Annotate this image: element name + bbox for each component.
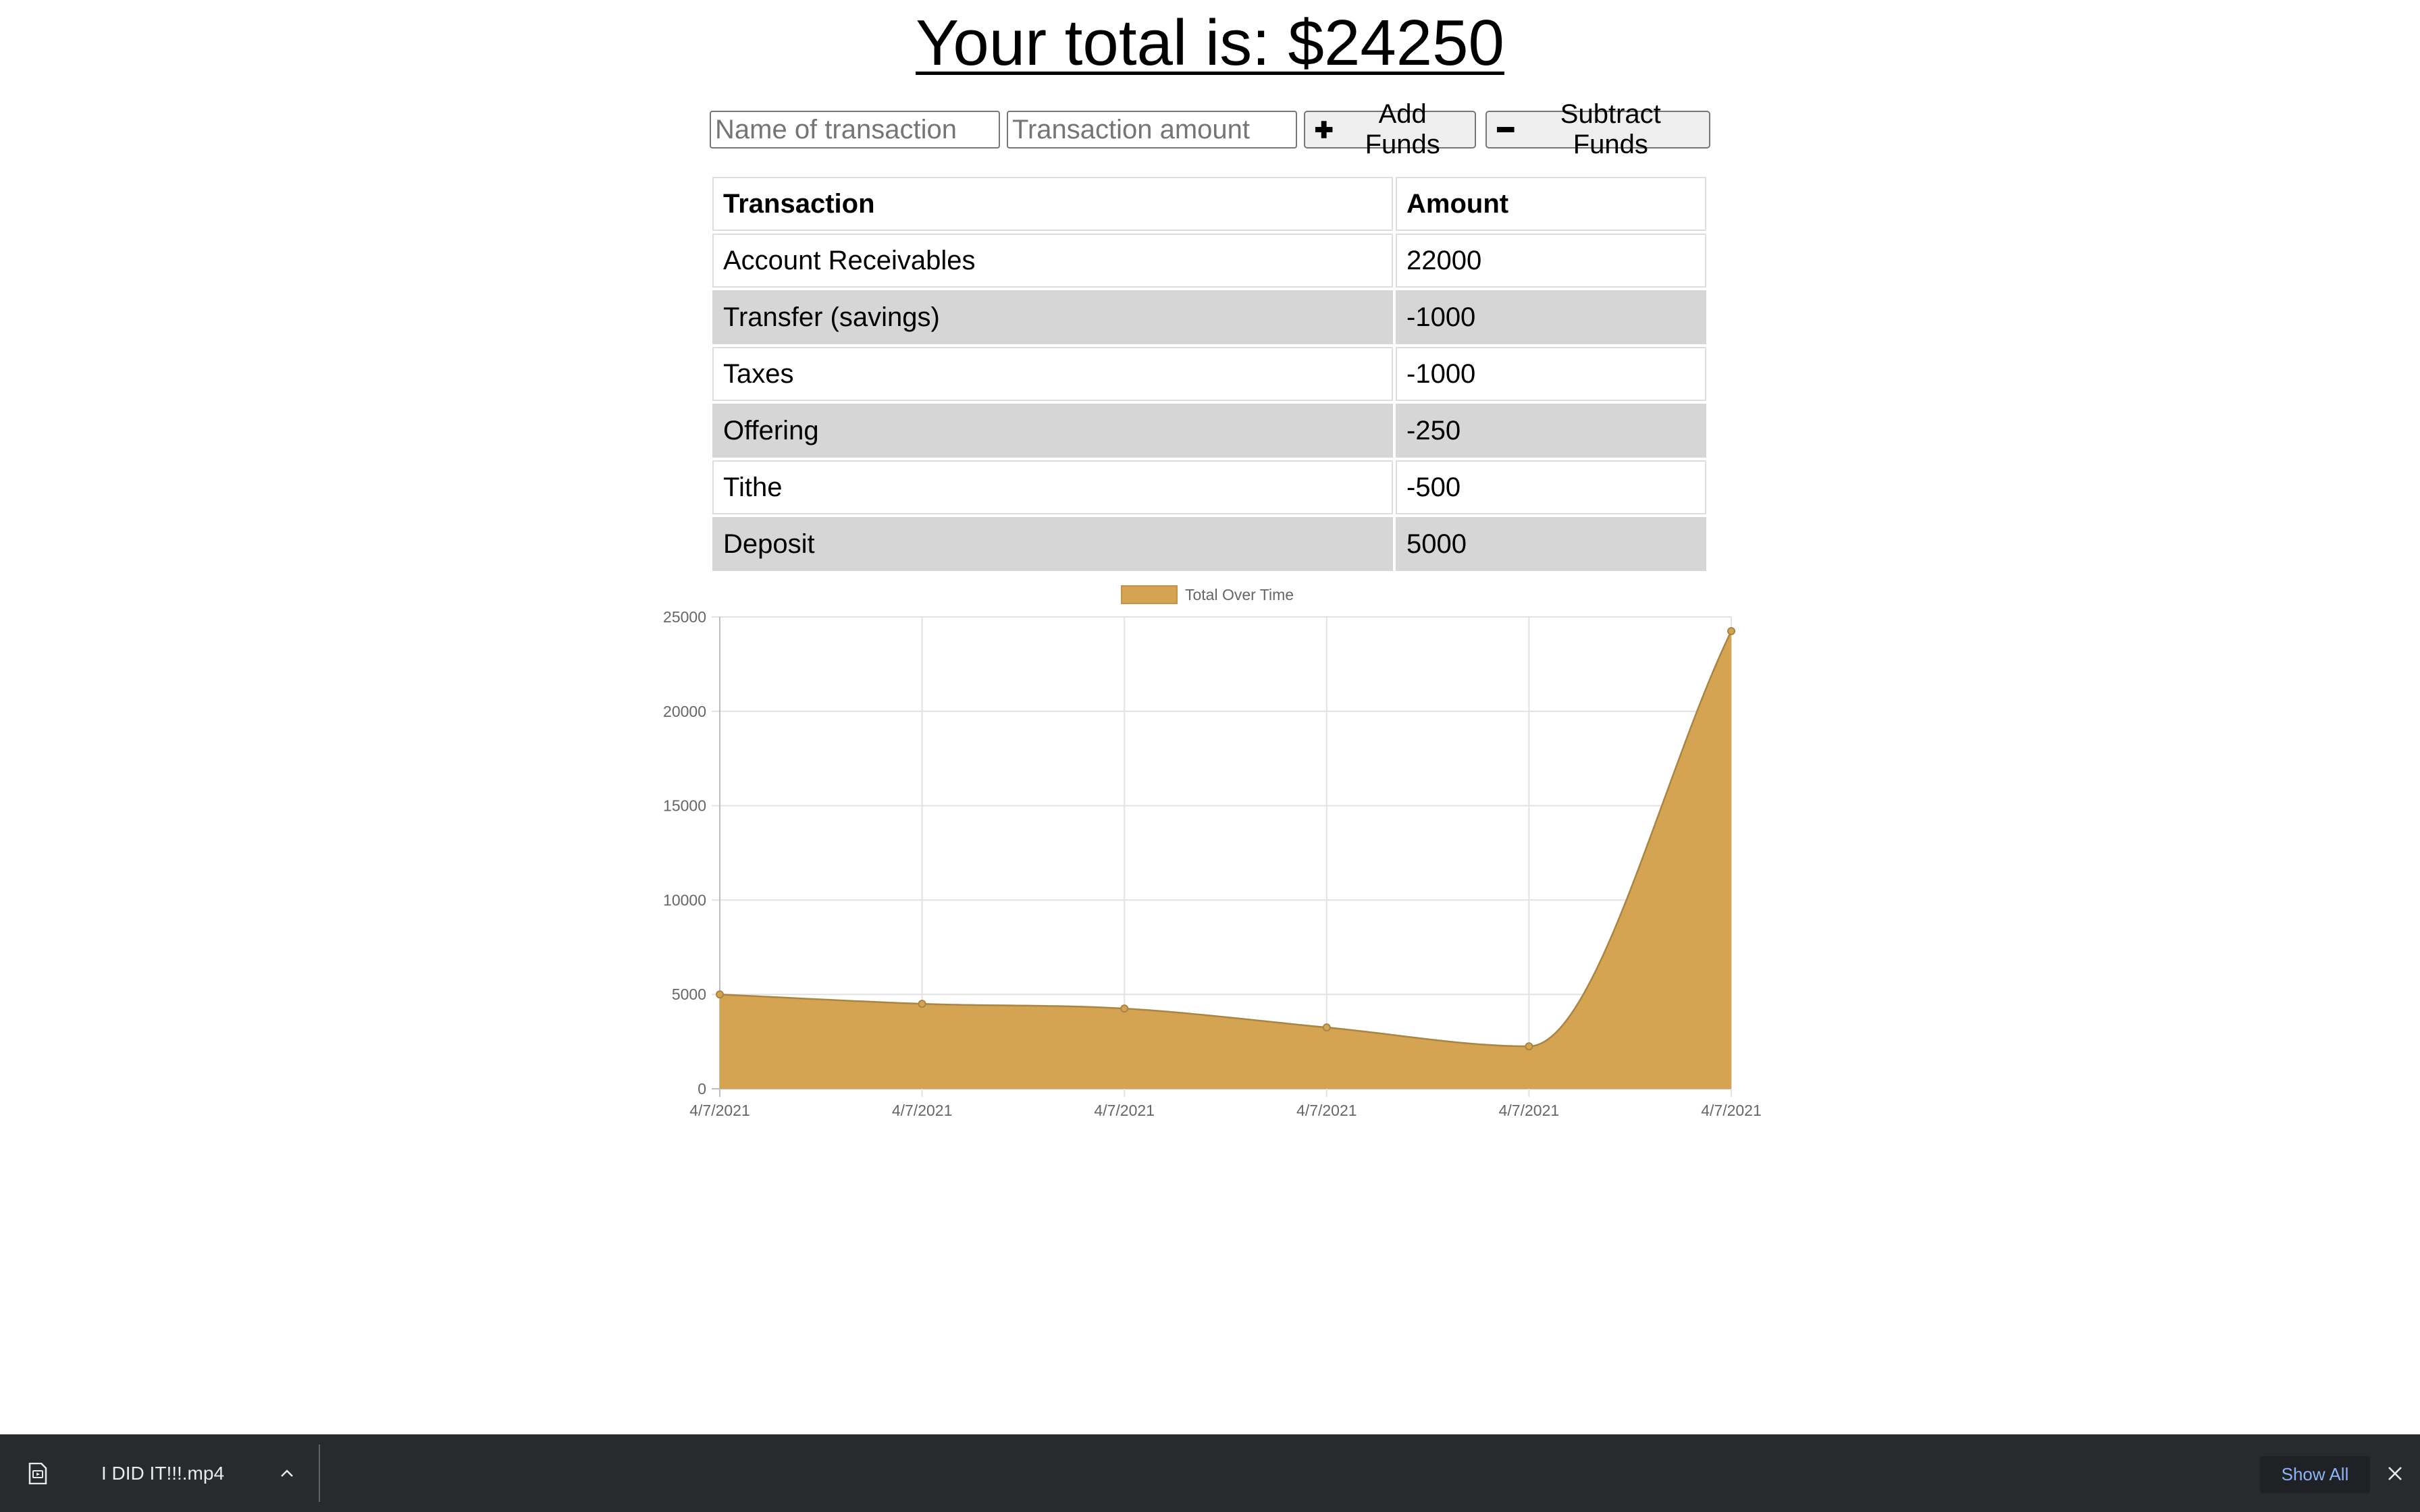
table-row: Account Receivables 22000	[712, 234, 1706, 288]
x-tick-label: 4/7/2021	[892, 1102, 953, 1119]
table-row: Tithe -500	[712, 460, 1706, 514]
y-tick-label: 20000	[663, 703, 706, 720]
table-row: Taxes -1000	[712, 347, 1706, 401]
transaction-amount-cell: -500	[1396, 460, 1706, 514]
table-row: Deposit 5000	[712, 517, 1706, 571]
data-point	[1322, 1023, 1331, 1032]
transactions-table: Transaction Amount Account Receivables 2…	[710, 174, 1709, 574]
divider	[319, 1444, 320, 1502]
page: Your total is: $24250 Add Funds Subtract…	[0, 0, 2420, 1512]
y-tick-label: 5000	[672, 986, 706, 1003]
transaction-name-input[interactable]	[710, 111, 1000, 148]
legend-label: Total Over Time	[1185, 586, 1294, 603]
transaction-name-cell: Tithe	[712, 460, 1393, 514]
table-row: Offering -250	[712, 404, 1706, 458]
subtract-funds-label: Subtract Funds	[1560, 99, 1661, 159]
x-tick-label: 4/7/2021	[1701, 1102, 1762, 1119]
x-tick-label: 4/7/2021	[1499, 1102, 1560, 1119]
subtract-funds-button[interactable]: Subtract Funds	[1485, 99, 1710, 159]
x-tick-label: 4/7/2021	[1296, 1102, 1357, 1119]
close-icon[interactable]	[2387, 1465, 2403, 1482]
total-heading: Your total is: $24250	[916, 7, 1504, 79]
transaction-name-cell: Account Receivables	[712, 234, 1393, 288]
legend-swatch	[1121, 585, 1178, 604]
series-line	[719, 630, 1733, 1048]
download-file-name[interactable]: I DID IT!!!.mp4	[101, 1434, 224, 1512]
transaction-name-cell: Taxes	[712, 347, 1393, 401]
x-tick-label: 4/7/2021	[1094, 1102, 1155, 1119]
transaction-name-cell: Deposit	[712, 517, 1393, 571]
data-point	[918, 1000, 926, 1008]
column-header-amount: Amount	[1396, 177, 1706, 231]
data-point	[1727, 626, 1735, 635]
data-point	[1525, 1042, 1533, 1051]
transaction-name-cell: Transfer (savings)	[712, 290, 1393, 344]
y-tick-label: 0	[698, 1080, 706, 1098]
column-header-transaction: Transaction	[712, 177, 1393, 231]
transaction-amount-cell: -1000	[1396, 290, 1706, 344]
y-tick-label: 10000	[663, 891, 706, 909]
transaction-amount-cell: -1000	[1396, 347, 1706, 401]
transaction-name-cell: Offering	[712, 404, 1393, 458]
transaction-amount-cell: -250	[1396, 404, 1706, 458]
transaction-amount-input[interactable]	[1007, 111, 1297, 148]
transaction-form: Add Funds Subtract Funds	[710, 99, 1710, 159]
plus-icon	[1315, 121, 1333, 138]
show-all-button[interactable]: Show All	[2260, 1456, 2370, 1493]
total-over-time-chart: 0 5000 10000 15000 20000 25000 4/7/2021 4/7/202…	[663, 585, 1762, 1119]
y-tick-label: 15000	[663, 797, 706, 815]
data-point	[1120, 1004, 1129, 1013]
x-tick-label: 4/7/2021	[689, 1102, 750, 1119]
chevron-up-icon[interactable]	[278, 1465, 296, 1482]
download-bar: I DID IT!!!.mp4 Show All	[0, 1434, 2420, 1512]
minus-icon	[1496, 127, 1515, 132]
table-header-row: Transaction Amount	[712, 177, 1706, 231]
video-file-icon	[28, 1463, 47, 1484]
add-funds-button[interactable]: Add Funds	[1304, 99, 1476, 159]
transaction-amount-cell: 5000	[1396, 517, 1706, 571]
data-point	[716, 990, 724, 999]
table-row: Transfer (savings) -1000	[712, 290, 1706, 344]
series-area	[720, 630, 1731, 1089]
y-tick-label: 25000	[663, 608, 706, 626]
add-funds-label: Add Funds	[1365, 99, 1440, 159]
transaction-amount-cell: 22000	[1396, 234, 1706, 288]
